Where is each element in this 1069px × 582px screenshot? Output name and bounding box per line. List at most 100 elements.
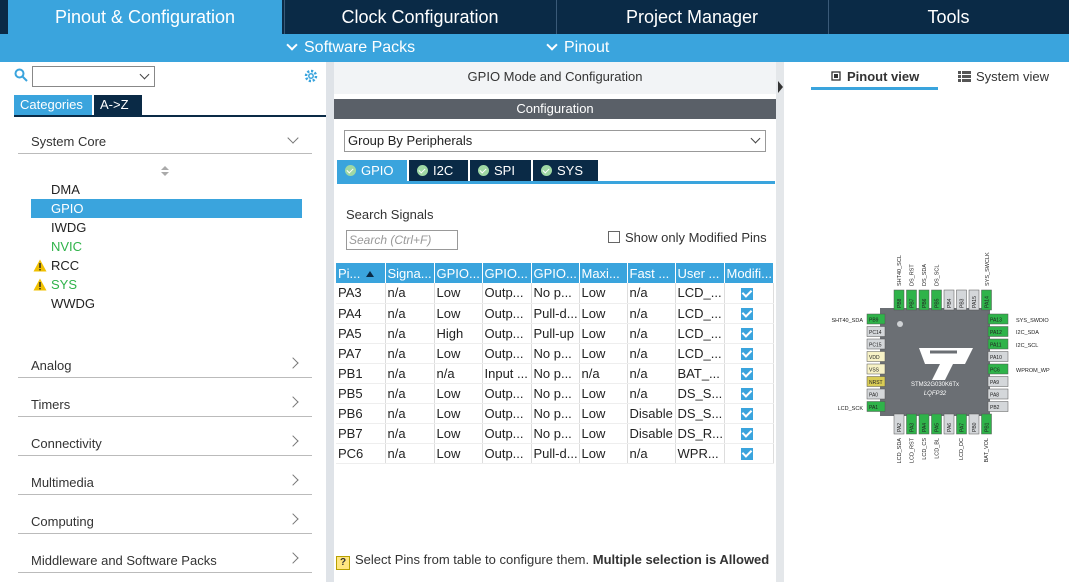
software-packs-menu[interactable]: Software Packs xyxy=(286,34,415,62)
modified-checkbox[interactable] xyxy=(740,428,753,441)
section-middleware[interactable]: Middleware and Software Packs xyxy=(31,553,301,573)
table-cell: Outp... xyxy=(482,283,532,304)
section-analog[interactable]: Analog xyxy=(31,358,301,378)
modified-cell xyxy=(724,323,774,344)
table-cell: n/a xyxy=(579,363,628,384)
table-row[interactable]: PB5 n/a Low Outp... No p... Low n/a DS_S... xyxy=(336,383,774,404)
table-cell: n/a xyxy=(385,423,435,444)
panel-splitter[interactable] xyxy=(776,62,784,582)
tab-clock-configuration[interactable]: Clock Configuration xyxy=(284,0,556,34)
table-row[interactable]: PA5 n/a High Outp... Pull-up Low n/a LCD_... xyxy=(336,323,774,344)
pin-label: PB9 xyxy=(869,318,879,324)
tab-sys[interactable]: SYS xyxy=(533,160,598,181)
table-row[interactable]: PB6 n/a Low Outp... No p... Low Disable DS_S... xyxy=(336,403,774,424)
table-cell: LCD_... xyxy=(675,283,725,304)
chevron-down-icon xyxy=(750,133,761,144)
tab-categories[interactable]: Categories xyxy=(14,95,92,115)
column-header-label: Pi... xyxy=(338,265,361,281)
show-modified-checkbox[interactable] xyxy=(608,231,620,243)
column-header[interactable]: Pi... xyxy=(336,263,386,283)
tab-i2c[interactable]: I2C xyxy=(409,160,468,181)
table-cell: n/a xyxy=(385,323,435,344)
column-header[interactable]: User ... xyxy=(675,263,725,283)
list-item-gpio[interactable]: GPIO xyxy=(31,199,302,218)
section-connectivity[interactable]: Connectivity xyxy=(31,436,301,456)
tab-pinout-view[interactable]: Pinout view xyxy=(830,69,919,87)
pin-label: PB8 xyxy=(897,298,903,308)
modified-checkbox[interactable] xyxy=(740,448,753,461)
group-by-select[interactable]: Group By Peripherals xyxy=(344,130,766,152)
section-title: Analog xyxy=(31,358,72,373)
section-system-core[interactable]: System Core xyxy=(31,134,301,154)
panel-resize-bar[interactable] xyxy=(326,62,334,582)
list-item-nvic[interactable]: NVIC xyxy=(51,237,82,256)
table-cell: Disable xyxy=(627,403,676,424)
column-header[interactable]: Fast ... xyxy=(627,263,676,283)
table-cell: Outp... xyxy=(482,403,532,424)
gear-icon[interactable] xyxy=(303,68,319,84)
table-cell: PB5 xyxy=(336,383,386,404)
tab-project-manager[interactable]: Project Manager xyxy=(556,0,828,34)
table-cell: PA7 xyxy=(336,343,386,364)
column-header[interactable]: Signa... xyxy=(385,263,435,283)
modified-checkbox[interactable] xyxy=(740,388,753,401)
modified-checkbox[interactable] xyxy=(740,287,753,300)
tab-pinout-configuration[interactable]: Pinout & Configuration xyxy=(8,0,282,34)
section-computing[interactable]: Computing xyxy=(31,514,301,534)
modified-checkbox[interactable] xyxy=(740,348,753,361)
chip-pinout-diagram[interactable]: STM32G030K6Tx LQFP32 PB9 PC14 PC15 VDD VSS NR… xyxy=(825,240,1065,475)
table-cell: Outp... xyxy=(482,383,532,404)
table-cell: n/a xyxy=(627,303,676,324)
list-item-dma[interactable]: DMA xyxy=(51,180,80,199)
table-cell: WPR... xyxy=(675,443,725,464)
section-divider xyxy=(18,416,312,417)
tab-spi[interactable]: SPI xyxy=(470,160,531,181)
table-row[interactable]: PA7 n/a Low Outp... No p... Low n/a LCD_... xyxy=(336,343,774,364)
section-multimedia[interactable]: Multimedia xyxy=(31,475,301,495)
pinout-menu[interactable]: Pinout xyxy=(546,34,609,62)
table-row[interactable]: PC6 n/a Low Outp... Pull-d... Low n/a WPR... xyxy=(336,443,774,464)
pin-label: PA4 xyxy=(922,423,928,432)
search-combo-box[interactable] xyxy=(32,66,155,87)
list-item-wwdg[interactable]: WWDG xyxy=(51,294,95,313)
pin-label: PA1 xyxy=(869,405,878,411)
collapse-arrow-icon[interactable] xyxy=(777,80,784,94)
hint-bar: ? Select Pins from table to configure the… xyxy=(336,552,776,572)
modified-checkbox[interactable] xyxy=(740,328,753,341)
chevron-down-icon xyxy=(139,69,150,80)
search-signals-input[interactable]: Search (Ctrl+F) xyxy=(346,230,458,250)
pin-label: VSS xyxy=(869,368,880,374)
column-header[interactable]: Maxi... xyxy=(579,263,628,283)
signal-label: SHT40_SDA xyxy=(832,318,864,324)
pin-label: PB5 xyxy=(935,298,941,308)
column-header[interactable]: GPIO... xyxy=(434,263,483,283)
table-cell: n/a xyxy=(627,323,676,344)
table-row[interactable]: PB7 n/a Low Outp... No p... Low Disable DS_R... xyxy=(336,423,774,444)
modified-checkbox[interactable] xyxy=(740,308,753,321)
column-header[interactable]: GPIO... xyxy=(482,263,532,283)
list-item-rcc[interactable]: RCC xyxy=(51,256,79,275)
modified-checkbox[interactable] xyxy=(740,368,753,381)
section-timers[interactable]: Timers xyxy=(31,397,301,417)
column-header[interactable]: Modifi... xyxy=(724,263,774,283)
signal-label: WPROM_WP xyxy=(1016,368,1050,374)
hint-text: Select Pins from table to configure them… xyxy=(355,552,593,567)
list-item-sys[interactable]: SYS xyxy=(51,275,77,294)
table-row[interactable]: PA3 n/a Low Outp... No p... Low n/a LCD_... xyxy=(336,283,774,304)
modified-checkbox[interactable] xyxy=(740,408,753,421)
column-header[interactable]: GPIO... xyxy=(531,263,580,283)
tab-gpio[interactable]: GPIO xyxy=(337,160,407,181)
sort-icon[interactable] xyxy=(160,165,170,177)
table-row[interactable]: PA4 n/a Low Outp... Pull-d... Low n/a LCD_... xyxy=(336,303,774,324)
search-icon[interactable] xyxy=(14,68,28,82)
tab-tools[interactable]: Tools xyxy=(828,0,1069,34)
table-cell: High xyxy=(434,323,483,344)
list-item-iwdg[interactable]: IWDG xyxy=(51,218,86,237)
table-cell: n/a xyxy=(627,283,676,304)
tab-a-z[interactable]: A->Z xyxy=(94,95,142,115)
table-cell: Low xyxy=(579,343,628,364)
tab-system-view[interactable]: System view xyxy=(958,69,1049,87)
table-cell: DS_S... xyxy=(675,383,725,404)
table-cell: Pull-up xyxy=(531,323,580,344)
table-row[interactable]: PB1 n/a n/a Input ... No p... n/a n/a BAT_... xyxy=(336,363,774,384)
